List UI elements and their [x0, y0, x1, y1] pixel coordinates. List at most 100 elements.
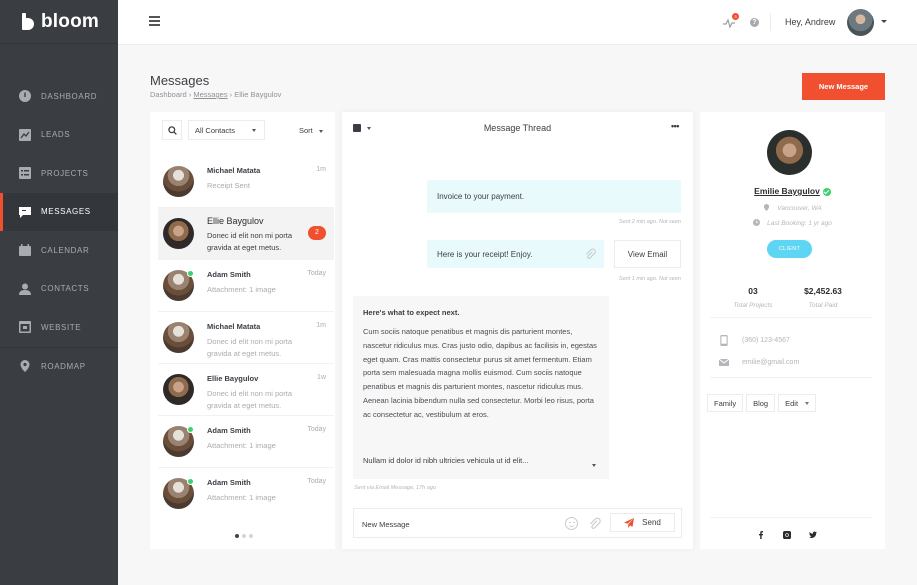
- sidebar-item-roadmap[interactable]: ROADMAP: [0, 346, 118, 386]
- sidebar-item-projects[interactable]: PROJECTS: [0, 154, 118, 193]
- send-button[interactable]: Send: [610, 513, 675, 532]
- clock-icon: [753, 219, 761, 226]
- avatar: [163, 166, 194, 197]
- expand-message-icon[interactable]: [592, 464, 596, 467]
- avatar: [163, 374, 194, 405]
- instagram-icon[interactable]: [782, 530, 791, 539]
- contact-time: 1w: [317, 374, 326, 381]
- page-title: Messages: [150, 73, 210, 88]
- profile-location: Vancouver, WA: [700, 204, 885, 212]
- paperclip-icon[interactable]: [584, 248, 596, 260]
- user-avatar[interactable]: [847, 9, 874, 36]
- contact-name: Adam Smith: [207, 270, 251, 279]
- topbar: 3 ? Hey, Andrew: [118, 0, 917, 45]
- chip-blog[interactable]: Blog: [746, 394, 776, 412]
- avatar: [163, 218, 194, 249]
- notification-badge: 3: [732, 13, 739, 20]
- chevron-down-icon: [805, 401, 810, 405]
- contact-name: Michael Matata: [207, 166, 261, 175]
- contact-name: Ellie Baygulov: [207, 374, 259, 383]
- message-thread-panel: Message Thread ••• Invoice to your payme…: [342, 112, 693, 549]
- contact-list-item[interactable]: Adam Smith Today Attachment: 1 image: [158, 468, 334, 520]
- bloom-logo-icon: [22, 13, 34, 30]
- facebook-icon[interactable]: [756, 530, 765, 539]
- chevron-down-icon: [252, 129, 256, 132]
- new-message-button[interactable]: New Message: [802, 73, 885, 100]
- profile-tag-chips: Family Blog Edit: [707, 394, 817, 412]
- dashboard-icon: [19, 90, 31, 103]
- contact-list-item[interactable]: Adam Smith Today Attachment: 1 image: [158, 260, 334, 312]
- twitter-icon[interactable]: [808, 530, 817, 539]
- menu-toggle-icon[interactable]: [149, 16, 160, 26]
- divider: [710, 317, 873, 318]
- sidebar-item-leads[interactable]: LEADS: [0, 116, 118, 155]
- browser-window-icon: [19, 321, 31, 334]
- outgoing-message: Invoice to your payment.: [427, 180, 681, 213]
- chip-family[interactable]: Family: [707, 394, 744, 412]
- envelope-icon: [719, 358, 729, 366]
- unread-badge: 2: [308, 226, 326, 240]
- sidebar-item-messages[interactable]: MESSAGES: [0, 192, 118, 231]
- contact-preview: Receipt Sent: [207, 181, 250, 190]
- contact-time: 1m: [316, 322, 326, 329]
- pagination-dots: [235, 534, 253, 538]
- profile-name: Emilie Baygulov: [700, 186, 885, 196]
- contact-profile-panel: Emilie Baygulov Vancouver, WA Last Booki…: [700, 112, 885, 549]
- contact-preview: Attachment: 1 image: [207, 441, 276, 450]
- contact-preview: Attachment: 1 image: [207, 285, 276, 294]
- search-button[interactable]: [162, 120, 182, 140]
- divider: [710, 377, 873, 378]
- view-email-button[interactable]: View Email: [614, 240, 681, 268]
- edit-tags-dropdown[interactable]: Edit: [778, 394, 817, 412]
- contact-filter-select[interactable]: All Contacts: [188, 120, 265, 140]
- topbar-divider: [770, 13, 771, 31]
- breadcrumb-separator: ›: [229, 90, 233, 99]
- contact-time: Today: [307, 478, 326, 485]
- profile-avatar: [767, 130, 812, 175]
- sidebar-item-website[interactable]: WEBSITE: [0, 308, 118, 347]
- paperclip-icon[interactable]: [588, 517, 601, 530]
- contact-list-item[interactable]: Adam Smith Today Attachment: 1 image: [158, 416, 334, 468]
- help-icon[interactable]: ?: [750, 18, 759, 27]
- breadcrumb-current: Ellie Baygulov: [234, 90, 282, 99]
- breadcrumb-dashboard[interactable]: Dashboard: [150, 90, 187, 99]
- leads-chart-icon: [19, 128, 31, 141]
- brand-name: bloom: [41, 10, 99, 32]
- contact-list-item[interactable]: Michael Matata 1m Receipt Sent: [158, 156, 334, 208]
- contact-list-item[interactable]: Michael Matata 1m Donec id elit non mi p…: [158, 312, 334, 364]
- page-dot-1[interactable]: [235, 534, 239, 538]
- person-icon: [19, 283, 31, 295]
- page-dot-3[interactable]: [249, 534, 253, 538]
- contact-list-panel: All Contacts Sort Michael Matata 1m Rece…: [150, 112, 335, 549]
- user-greeting: Hey, Andrew: [785, 17, 836, 27]
- paper-plane-icon: [624, 517, 635, 528]
- brand-logo[interactable]: bloom: [0, 0, 118, 44]
- sidebar-item-calendar[interactable]: CALENDAR: [0, 231, 118, 270]
- sidebar-item-dashboard[interactable]: DASHBOARD: [0, 77, 118, 116]
- stat-total-paid: $2,452.63 Total Paid: [804, 286, 842, 309]
- message-text: Invoice to your payment.: [437, 192, 525, 201]
- phone-icon: [720, 335, 728, 346]
- page-dot-2[interactable]: [242, 534, 246, 538]
- message-status: Sent 1 min ago. Not seen: [618, 276, 681, 282]
- contact-preview: Donec id elit non mi porta gravida at eg…: [207, 337, 293, 358]
- contact-preview: Donec id elit non mi porta gravida at eg…: [207, 389, 293, 410]
- user-menu-caret-icon[interactable]: [881, 20, 887, 23]
- search-icon: [167, 125, 177, 135]
- contact-time: Today: [307, 426, 326, 433]
- emoji-icon[interactable]: [565, 517, 578, 530]
- more-options-icon[interactable]: •••: [671, 121, 679, 131]
- message-text: Here is your receipt! Enjoy.: [437, 249, 533, 259]
- new-message-input[interactable]: [362, 517, 552, 531]
- profile-last-booking: Last Booking: 1 yr ago: [700, 219, 885, 227]
- avatar: [163, 322, 194, 353]
- breadcrumb-messages[interactable]: Messages: [193, 90, 227, 99]
- contact-list-item[interactable]: Ellie Baygulov 1w Donec id elit non mi p…: [158, 364, 334, 416]
- contact-list-item-active[interactable]: Ellie Baygulov Donec id elit non mi port…: [158, 208, 334, 260]
- verified-check-icon: [822, 187, 831, 196]
- sort-dropdown[interactable]: Sort: [299, 126, 323, 135]
- client-tag: CLIENT: [767, 240, 812, 258]
- sidebar-item-contacts[interactable]: CONTACTS: [0, 270, 118, 309]
- online-status-dot: [187, 478, 194, 485]
- chat-bubble-icon: [19, 206, 31, 218]
